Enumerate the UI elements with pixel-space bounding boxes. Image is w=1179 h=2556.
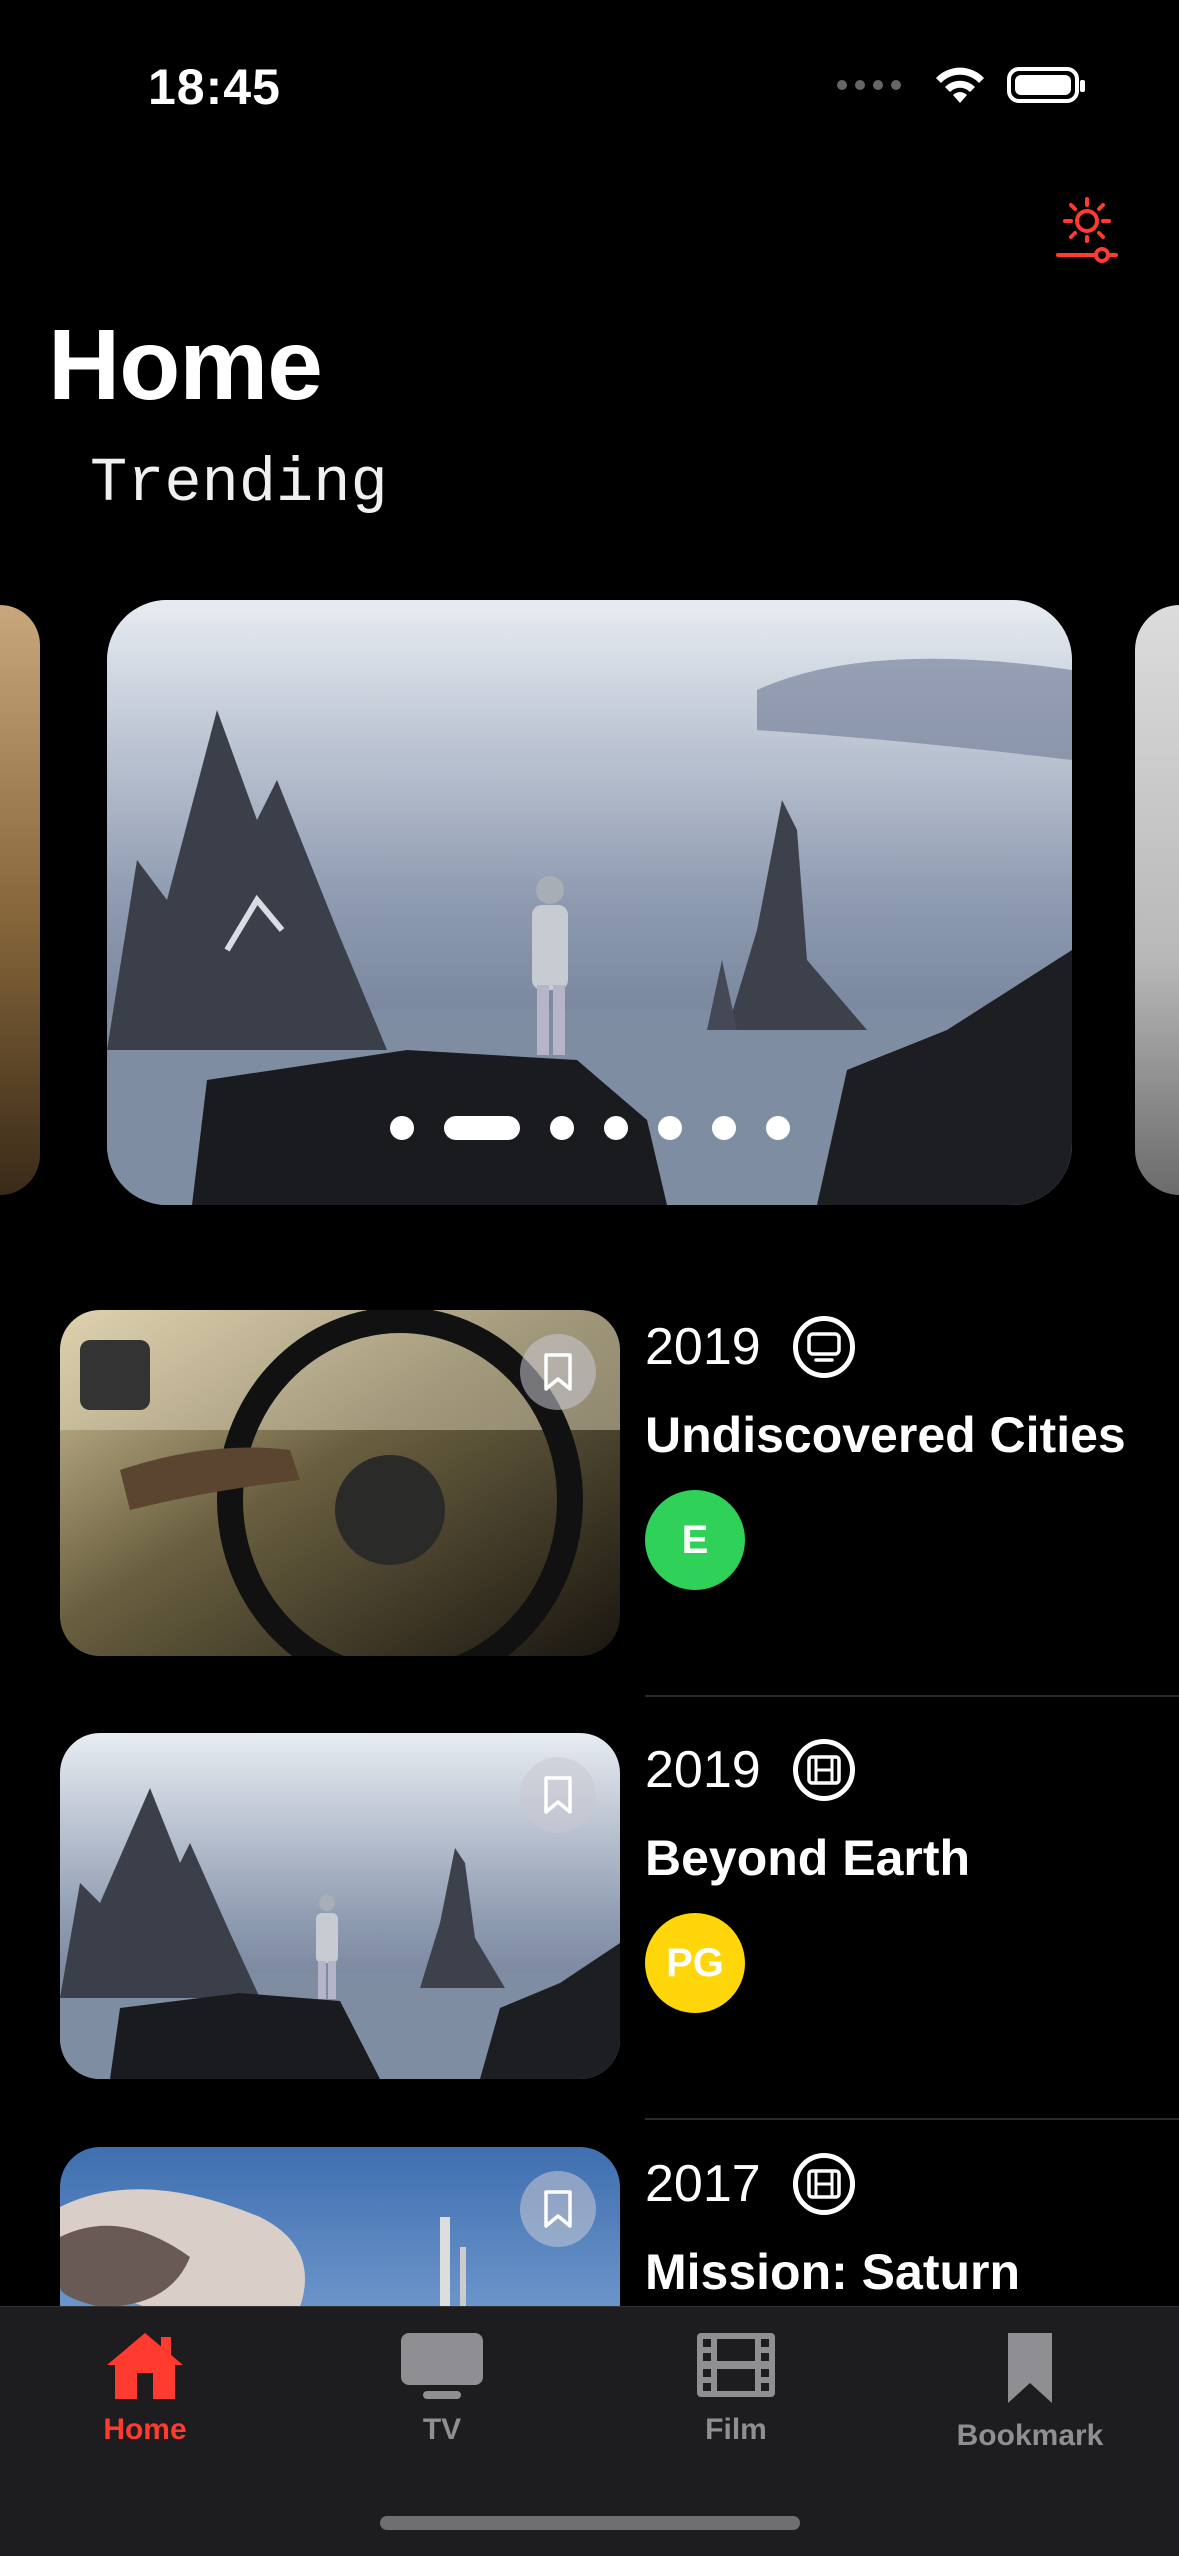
divider	[645, 2118, 1179, 2120]
carousel-dot[interactable]	[711, 1116, 736, 1140]
theme-toggle-button[interactable]	[1047, 190, 1127, 270]
item-title: Undiscovered Cities	[645, 1407, 1126, 1463]
carousel-dot[interactable]	[549, 1116, 574, 1140]
tab-label: Bookmark	[956, 2419, 1104, 2452]
film-icon	[792, 2153, 855, 2215]
tv-icon	[401, 2333, 483, 2399]
tab-label: Home	[103, 2413, 187, 2446]
bookmark-button[interactable]	[520, 2171, 596, 2247]
bookmark-outline-icon	[544, 1353, 572, 1391]
item-title: Beyond Earth	[645, 1830, 971, 1886]
carousel-card-next[interactable]	[1135, 605, 1179, 1195]
house-icon	[107, 2333, 183, 2399]
item-thumbnail[interactable]	[60, 1310, 620, 1656]
tab-label: Film	[705, 2413, 767, 2446]
item-meta: 2019 Beyond Earth PG	[645, 1733, 1165, 2013]
carousel-card-previous[interactable]	[0, 605, 40, 1195]
section-title-trending: Trending	[90, 448, 388, 519]
bookmark-icon	[1008, 2333, 1052, 2403]
carousel-dot[interactable]	[443, 1116, 520, 1140]
item-title: Mission: Saturn	[645, 2244, 1021, 2300]
tab-tv[interactable]: TV	[342, 2329, 542, 2447]
home-screen: 18:45 Home Trending 2019 Undiscovered Ci…	[0, 0, 1179, 2556]
status-indicators	[837, 60, 1085, 110]
status-time: 18:45	[148, 59, 281, 115]
film-icon	[697, 2333, 775, 2397]
film-icon	[792, 1739, 855, 1801]
carousel-page-indicator[interactable]	[107, 1116, 1072, 1140]
bookmark-outline-icon	[544, 2190, 572, 2228]
tv-icon	[792, 1316, 855, 1378]
divider	[645, 1695, 1179, 1697]
carousel-image	[107, 600, 1072, 1205]
tab-film[interactable]: Film	[636, 2329, 836, 2447]
rating-badge: PG	[645, 1913, 745, 2013]
tab-home[interactable]: Home	[45, 2329, 245, 2447]
carousel-dot[interactable]	[765, 1116, 790, 1140]
item-year: 2019	[645, 1318, 761, 1376]
wifi-icon	[936, 67, 984, 103]
item-year: 2017	[645, 2155, 761, 2213]
tab-label: TV	[422, 2413, 462, 2446]
item-thumbnail[interactable]	[60, 1733, 620, 2079]
sun-brightness-icon	[1056, 197, 1118, 263]
carousel-dot[interactable]	[603, 1116, 628, 1140]
cellular-signal-icon	[837, 80, 901, 90]
page-title: Home	[48, 309, 323, 421]
battery-icon	[1007, 67, 1085, 103]
carousel-dot[interactable]	[657, 1116, 682, 1140]
home-indicator[interactable]	[380, 2516, 800, 2530]
tab-bookmark[interactable]: Bookmark	[930, 2329, 1130, 2453]
bookmark-button[interactable]	[520, 1757, 596, 1833]
rating-badge: E	[645, 1490, 745, 1590]
bookmark-button[interactable]	[520, 1334, 596, 1410]
trending-carousel[interactable]	[0, 600, 1179, 1205]
carousel-card-current[interactable]	[107, 600, 1072, 1205]
item-meta: 2019 Undiscovered Cities E	[645, 1310, 1165, 1590]
item-meta: 2017 Mission: Saturn	[645, 2147, 1165, 2305]
carousel-dot[interactable]	[389, 1116, 414, 1140]
bookmark-outline-icon	[544, 1776, 572, 1814]
item-year: 2019	[645, 1741, 761, 1799]
